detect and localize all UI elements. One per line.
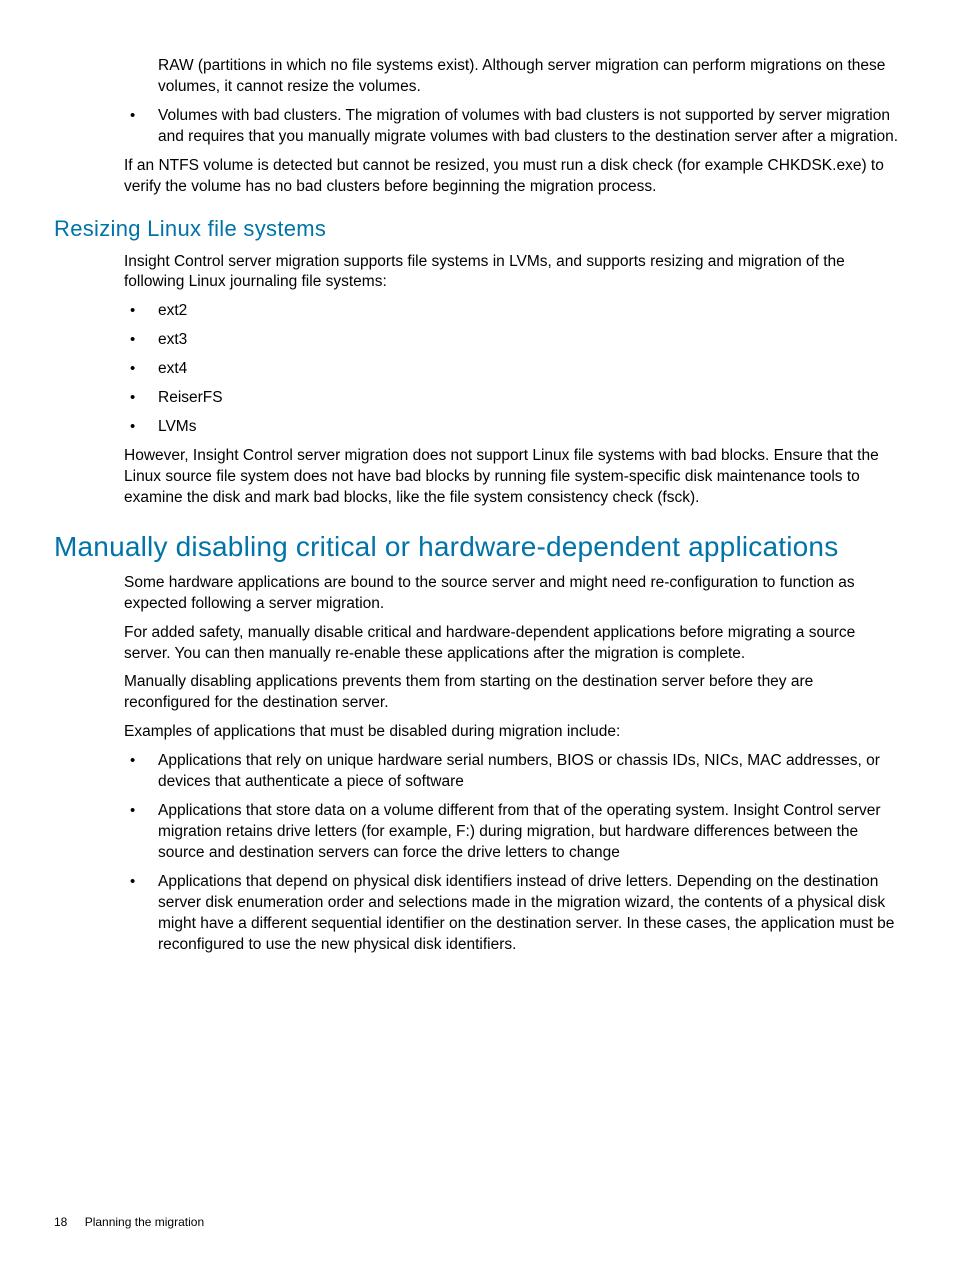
ntfs-note-paragraph: If an NTFS volume is detected but cannot… <box>124 156 900 198</box>
bad-clusters-list: Volumes with bad clusters. The migration… <box>158 106 900 148</box>
list-item: Volumes with bad clusters. The migration… <box>158 106 900 148</box>
page-number: 18 <box>54 1215 67 1229</box>
list-item: Applications that store data on a volume… <box>158 801 900 864</box>
bad-blocks-note: However, Insight Control server migratio… <box>124 446 900 509</box>
list-item: ReiserFS <box>158 388 900 409</box>
disabling-apps-para4: Examples of applications that must be di… <box>124 722 900 743</box>
list-item: ext2 <box>158 301 900 322</box>
document-content: RAW (partitions in which no file systems… <box>54 56 900 956</box>
resizing-linux-heading: Resizing Linux file systems <box>54 216 900 242</box>
filesystems-list: ext2 ext3 ext4 ReiserFS LVMs <box>158 301 900 438</box>
disabling-apps-para2: For added safety, manually disable criti… <box>124 623 900 665</box>
list-item: Applications that depend on physical dis… <box>158 872 900 956</box>
resizing-linux-intro: Insight Control server migration support… <box>124 252 900 294</box>
footer-section-title: Planning the migration <box>85 1215 204 1229</box>
list-item: ext3 <box>158 330 900 351</box>
list-item: LVMs <box>158 417 900 438</box>
raw-partition-paragraph: RAW (partitions in which no file systems… <box>158 56 900 98</box>
disabling-apps-heading: Manually disabling critical or hardware-… <box>54 531 900 563</box>
page-footer: 18 Planning the migration <box>54 1215 204 1229</box>
disabling-apps-para3: Manually disabling applications prevents… <box>124 672 900 714</box>
disabling-examples-list: Applications that rely on unique hardwar… <box>158 751 900 955</box>
list-item: ext4 <box>158 359 900 380</box>
disabling-apps-para1: Some hardware applications are bound to … <box>124 573 900 615</box>
list-item: Applications that rely on unique hardwar… <box>158 751 900 793</box>
